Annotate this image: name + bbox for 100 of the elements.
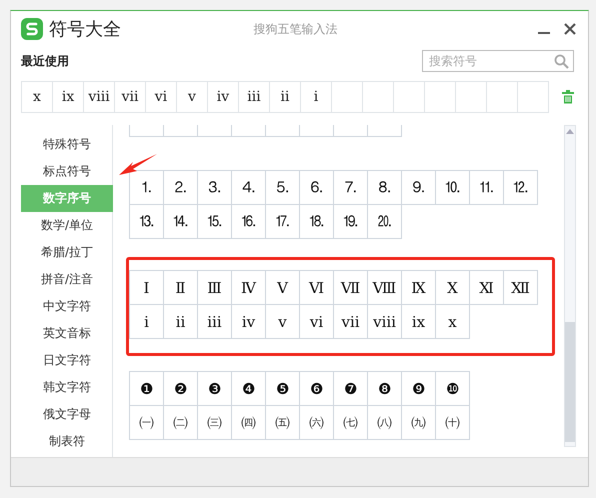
symbol-cell[interactable]: ㈥	[300, 406, 334, 440]
recent-symbol[interactable]: ⅴ	[177, 81, 208, 113]
search-field[interactable]: 搜索符号	[422, 50, 574, 72]
category-item[interactable]: 标点符号	[21, 158, 113, 185]
recent-symbol[interactable]: ⅶ	[115, 81, 146, 113]
symbol-cell[interactable]: ❾	[402, 371, 436, 406]
empty-slot	[518, 81, 549, 113]
empty-slot	[394, 81, 425, 113]
symbol-cell[interactable]: ⒙	[300, 205, 334, 239]
symbol-cell[interactable]: ❿	[436, 371, 470, 406]
symbol-cell[interactable]: ⅸ	[402, 305, 436, 339]
symbol-cell[interactable]: Ⅹ	[436, 270, 470, 305]
close-icon[interactable]	[564, 23, 576, 35]
recent-symbol[interactable]: ⅰ	[301, 81, 332, 113]
symbol-cell[interactable]: ⒋	[232, 170, 266, 205]
symbol-cell[interactable]: ⒘	[266, 205, 300, 239]
symbol-cell[interactable]: ㈣	[232, 406, 266, 440]
empty-slot	[487, 81, 518, 113]
symbol-cell[interactable]: ㈨	[402, 406, 436, 440]
symbol-cell[interactable]: ⅴ	[266, 305, 300, 339]
symbol-cell[interactable]: ⒑	[436, 170, 470, 205]
window-subtitle: 搜狗五笔输入法	[252, 20, 338, 38]
scrollbar[interactable]	[564, 125, 576, 447]
empty-slot	[456, 81, 487, 113]
symbol-cell[interactable]: ⒓	[504, 170, 538, 205]
symbol-cell[interactable]: ❺	[266, 371, 300, 406]
scroll-up-icon[interactable]	[566, 129, 574, 134]
symbol-cell[interactable]: ㈤	[266, 406, 300, 440]
symbol-cell[interactable]: Ⅵ	[300, 270, 334, 305]
category-item[interactable]: 韩文字符	[21, 374, 113, 401]
recent-symbol[interactable]: ⅱ	[270, 81, 301, 113]
category-item[interactable]: 日文字符	[21, 347, 113, 374]
window-title: 符号大全	[49, 18, 121, 41]
symbol-cell[interactable]: ⒏	[368, 170, 402, 205]
recent-symbol[interactable]: ⅸ	[53, 81, 84, 113]
symbol-cell[interactable]: Ⅸ	[402, 270, 436, 305]
symbol-cell[interactable]: ⅳ	[232, 305, 266, 339]
recent-symbol[interactable]: ⅷ	[84, 81, 115, 113]
symbol-cell[interactable]: Ⅴ	[266, 270, 300, 305]
symbol-cell[interactable]: ⒊	[198, 170, 232, 205]
symbol-cell[interactable]: ㈦	[334, 406, 368, 440]
category-item[interactable]: 制表符	[21, 428, 113, 455]
search-icon[interactable]	[554, 54, 569, 69]
symbol-cell[interactable]: ❷	[164, 371, 198, 406]
symbol-cell[interactable]: ❻	[300, 371, 334, 406]
recent-symbol[interactable]: ⅳ	[208, 81, 239, 113]
symbol-cell[interactable]: ⒕	[164, 205, 198, 239]
symbol-cell[interactable]: Ⅺ	[470, 270, 504, 305]
symbol-cell[interactable]: ❸	[198, 371, 232, 406]
symbol-cell[interactable]: ㈢	[198, 406, 232, 440]
recent-symbol[interactable]: ⅹ	[22, 81, 53, 113]
category-item[interactable]: 中文字符	[21, 293, 113, 320]
empty-slot	[332, 81, 363, 113]
symbol-cell[interactable]: ⒛	[368, 205, 402, 239]
category-item[interactable]: 希腊/拉丁	[21, 239, 113, 266]
symbol-cell[interactable]: ❽	[368, 371, 402, 406]
symbol-cell[interactable]: ㈡	[164, 406, 198, 440]
symbol-cell[interactable]: ㈩	[436, 406, 470, 440]
symbol-cell[interactable]: ❶	[130, 371, 164, 406]
symbol-cell[interactable]: Ⅳ	[232, 270, 266, 305]
symbol-cell[interactable]: ⒔	[130, 205, 164, 239]
empty-slot	[425, 81, 456, 113]
symbol-cell[interactable]: ⒖	[198, 205, 232, 239]
logo-icon	[21, 18, 43, 40]
symbol-cell[interactable]: ㈠	[130, 406, 164, 440]
scroll-thumb[interactable]	[565, 322, 575, 442]
symbol-cell[interactable]: ⅵ	[300, 305, 334, 339]
symbol-cell[interactable]: ⅹ	[436, 305, 470, 339]
symbol-cell[interactable]: ❼	[334, 371, 368, 406]
symbol-cell[interactable]: ⒍	[300, 170, 334, 205]
symbol-cell[interactable]: ⒎	[334, 170, 368, 205]
category-item[interactable]: 特殊符号	[21, 131, 113, 158]
symbol-cell[interactable]: Ⅻ	[504, 270, 538, 305]
symbol-cell[interactable]: ⅱ	[164, 305, 198, 339]
symbol-cell[interactable]: Ⅱ	[164, 270, 198, 305]
symbol-cell[interactable]: ⅰ	[130, 305, 164, 339]
symbol-cell[interactable]: ❹	[232, 371, 266, 406]
category-item[interactable]: 俄文字母	[21, 401, 113, 428]
symbol-cell[interactable]: ⅷ	[368, 305, 402, 339]
symbol-cell[interactable]: ⒐	[402, 170, 436, 205]
category-item[interactable]: 英文音标	[21, 320, 113, 347]
symbol-cell[interactable]: Ⅶ	[334, 270, 368, 305]
recent-symbol[interactable]: ⅵ	[146, 81, 177, 113]
symbol-cell[interactable]: ⅲ	[198, 305, 232, 339]
symbol-cell[interactable]: ⒉	[164, 170, 198, 205]
trash-icon[interactable]	[562, 90, 574, 104]
symbol-cell[interactable]: Ⅷ	[368, 270, 402, 305]
category-item[interactable]: 拼音/注音	[21, 266, 113, 293]
symbol-cell[interactable]: ⒗	[232, 205, 266, 239]
recent-symbol[interactable]: ⅲ	[239, 81, 270, 113]
symbol-cell[interactable]: Ⅲ	[198, 270, 232, 305]
symbol-cell[interactable]: ⅶ	[334, 305, 368, 339]
category-item[interactable]: 数学/单位	[21, 212, 113, 239]
symbol-cell[interactable]: ⒚	[334, 205, 368, 239]
symbol-cell[interactable]: ㈧	[368, 406, 402, 440]
symbol-cell[interactable]: Ⅰ	[130, 270, 164, 305]
symbol-cell[interactable]: ⒌	[266, 170, 300, 205]
pointer-arrow	[119, 153, 159, 177]
empty-slot	[363, 81, 394, 113]
symbol-cell[interactable]: ⒒	[470, 170, 504, 205]
